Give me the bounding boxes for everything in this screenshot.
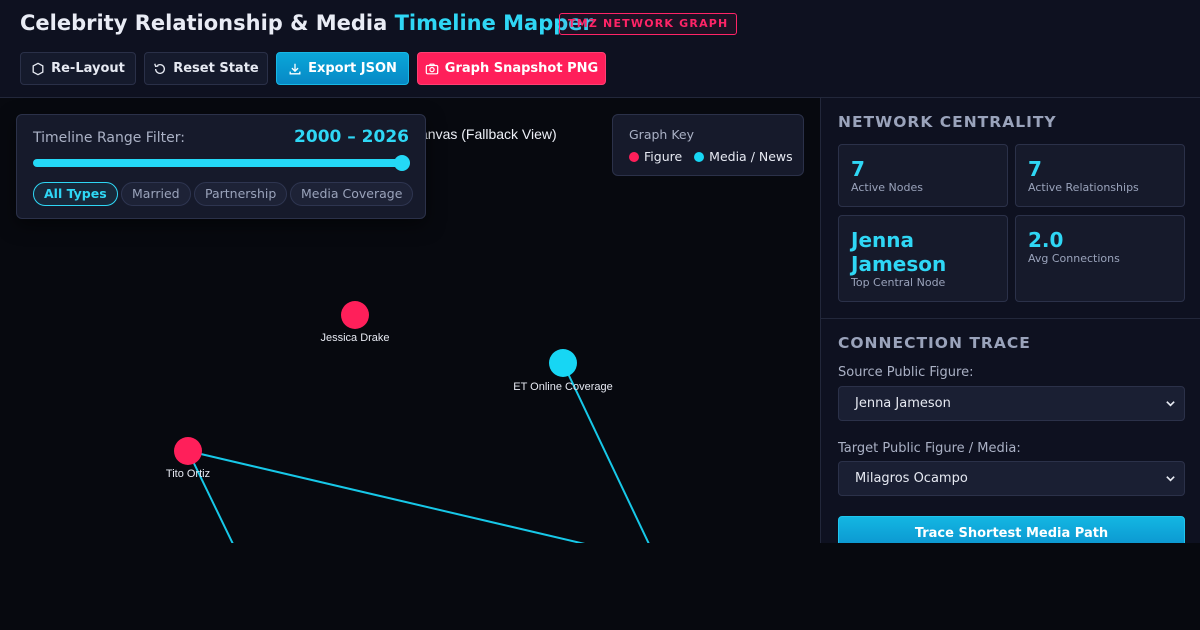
stat-card-avg-connections: 2.0 Avg Connections [1015, 215, 1185, 302]
reset-state-button[interactable]: Reset State [144, 52, 268, 85]
network-centrality-title: NETWORK CENTRALITY [838, 113, 1057, 131]
graph-snapshot-label: Graph Snapshot PNG [444, 61, 599, 76]
app-title-main: Celebrity Relationship & Media [20, 11, 388, 35]
network-graph-badge: TMZ NETWORK GRAPH [559, 13, 738, 35]
page-bottom-area [0, 543, 1200, 630]
active-relationships-value: 7 [1028, 157, 1042, 181]
app-title: Celebrity Relationship & Media Timeline … [20, 11, 593, 35]
node-et-online-coverage[interactable] [549, 349, 577, 377]
source-figure-select[interactable]: Jenna Jameson [838, 386, 1185, 421]
graph-key-legend: Figure Media / News [629, 149, 793, 164]
top-central-node-line1: Jenna [851, 228, 914, 252]
node-tito-ortiz[interactable] [174, 437, 202, 465]
legend-media-label: Media / News [709, 149, 793, 164]
stat-card-active-nodes: 7 Active Nodes [838, 144, 1008, 207]
chip-all-types[interactable]: All Types [33, 182, 118, 206]
camera-icon [425, 63, 439, 74]
reset-state-label: Reset State [173, 61, 259, 76]
download-icon [289, 63, 301, 74]
active-nodes-value: 7 [851, 157, 865, 181]
edge-tito-ortiz-offscreen-right [187, 450, 586, 543]
chevron-down-icon [1166, 476, 1175, 482]
edge-tito-ortiz-offscreen-down [187, 450, 234, 543]
section-divider [821, 318, 1200, 319]
avg-connections-label: Avg Connections [1028, 252, 1120, 265]
graph-canvas[interactable]: anvas (Fallback View) Jessica Drake ET O… [0, 98, 820, 543]
chevron-down-icon [1166, 401, 1175, 407]
top-bar: Celebrity Relationship & Media Timeline … [0, 0, 1200, 98]
active-relationships-label: Active Relationships [1028, 181, 1139, 194]
chip-married[interactable]: Married [121, 182, 191, 206]
trace-shortest-path-button[interactable]: Trace Shortest Media Path [838, 516, 1185, 543]
active-nodes-label: Active Nodes [851, 181, 923, 194]
sidebar: NETWORK CENTRALITY 7 Active Nodes 7 Acti… [820, 98, 1200, 543]
graph-snapshot-button[interactable]: Graph Snapshot PNG [417, 52, 606, 85]
timeline-slider-handle[interactable] [394, 155, 410, 171]
connection-trace-title: CONNECTION TRACE [838, 334, 1031, 352]
target-figure-value: Milagros Ocampo [855, 471, 968, 486]
stat-card-active-relationships: 7 Active Relationships [1015, 144, 1185, 207]
legend-figure-label: Figure [644, 149, 683, 164]
top-central-node-line2: Jameson [851, 252, 947, 276]
source-figure-value: Jenna Jameson [855, 396, 951, 411]
node-label-et-online-coverage: ET Online Coverage [513, 381, 612, 393]
export-json-button[interactable]: Export JSON [276, 52, 409, 85]
export-json-label: Export JSON [308, 61, 397, 76]
relayout-label: Re-Layout [51, 61, 125, 76]
relayout-button[interactable]: Re-Layout [20, 52, 136, 85]
timeline-filter-label: Timeline Range Filter: [33, 130, 185, 146]
graph-key-panel: Graph Key Figure Media / News [612, 114, 804, 176]
timeline-filter-panel: Timeline Range Filter: 2000 – 2026 All T… [16, 114, 426, 219]
target-figure-label: Target Public Figure / Media: [838, 441, 1021, 456]
source-figure-label: Source Public Figure: [838, 365, 974, 380]
reset-icon [154, 63, 166, 74]
graph-key-title: Graph Key [629, 127, 694, 142]
timeline-range-value: 2000 – 2026 [294, 127, 409, 147]
chip-partnership[interactable]: Partnership [194, 182, 288, 206]
timeline-range-slider[interactable] [33, 159, 409, 167]
node-jessica-drake[interactable] [341, 301, 369, 329]
target-figure-select[interactable]: Milagros Ocampo [838, 461, 1185, 496]
figure-dot-icon [629, 151, 639, 162]
avg-connections-value: 2.0 [1028, 228, 1064, 252]
media-dot-icon [694, 151, 705, 162]
top-central-node-value: Jenna Jameson [851, 228, 946, 276]
node-label-jessica-drake: Jessica Drake [320, 332, 389, 344]
chip-media-coverage[interactable]: Media Coverage [290, 182, 414, 206]
stat-card-top-central-node: Jenna Jameson Top Central Node [838, 215, 1008, 302]
top-central-node-label: Top Central Node [851, 276, 946, 289]
hexagon-icon [32, 62, 44, 75]
node-label-tito-ortiz: Tito Ortiz [166, 468, 210, 480]
